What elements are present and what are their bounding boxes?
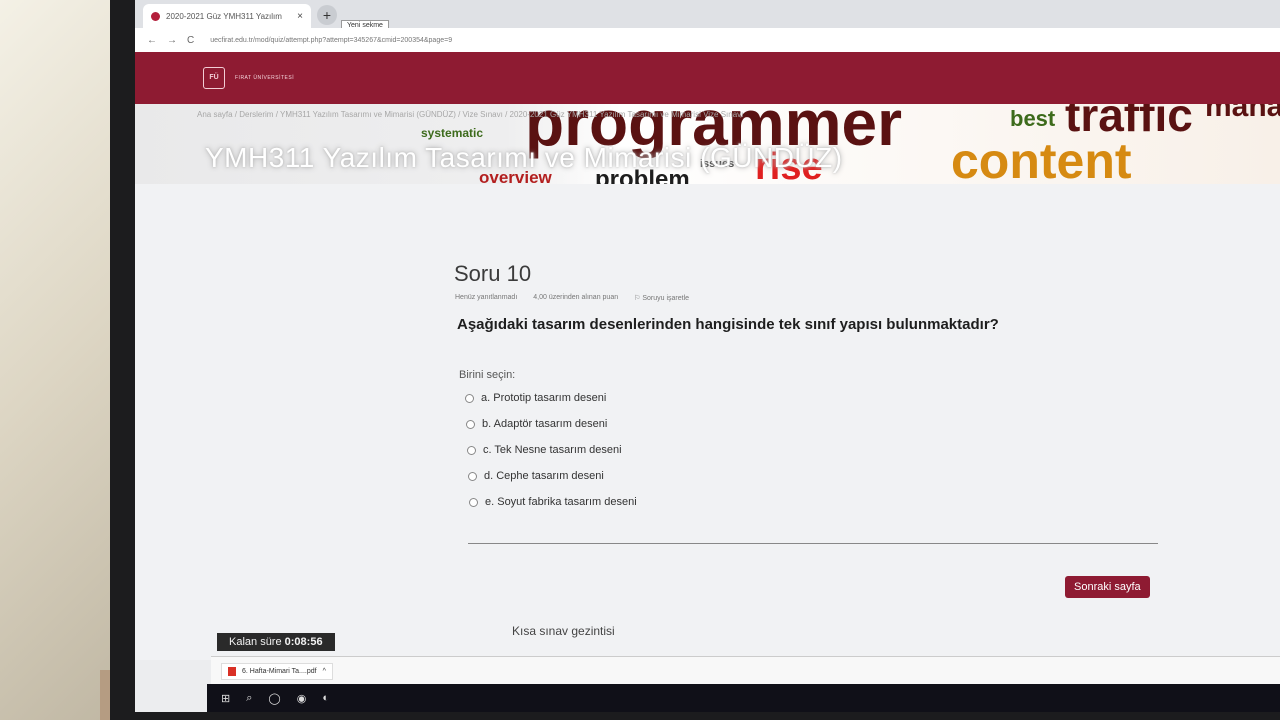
- task-view-icon[interactable]: ◯: [268, 692, 280, 705]
- pdf-icon: [228, 667, 236, 676]
- close-tab-icon[interactable]: ×: [297, 11, 303, 22]
- quiz-page: Soru 10 Henüz yanıtlanmadı 4,00 üzerinde…: [135, 184, 1280, 660]
- chevron-up-icon[interactable]: ^: [323, 668, 326, 675]
- question-info: Henüz yanıtlanmadı 4,00 üzerinden alınan…: [455, 294, 689, 302]
- radio-button[interactable]: [465, 393, 474, 403]
- answer-option-label: c. Tek Nesne tasarım deseni: [483, 444, 622, 456]
- new-tab-button[interactable]: +: [317, 5, 337, 25]
- radio-button[interactable]: [467, 445, 476, 455]
- download-item[interactable]: 6. Hafta-Mimari Ta....pdf ^: [221, 663, 333, 680]
- downloads-bar: 6. Hafta-Mimari Ta....pdf ^: [211, 656, 1280, 685]
- answer-status: Henüz yanıtlanmadı: [455, 294, 518, 301]
- download-filename: 6. Hafta-Mimari Ta....pdf: [242, 668, 317, 675]
- divider: [468, 543, 1158, 544]
- flag-question-link[interactable]: ⚐ Soruyu işaretle: [634, 294, 689, 302]
- start-icon[interactable]: ⊞: [221, 692, 230, 705]
- answer-prompt: Birini seçin:: [459, 369, 516, 381]
- back-icon[interactable]: ←: [147, 35, 157, 46]
- time-remaining: Kalan süre 0:08:56: [217, 633, 335, 651]
- favicon-icon: [151, 11, 160, 21]
- course-title: YMH311 Yazılım Tasarımı ve Mimarisi (GÜN…: [205, 142, 843, 173]
- chrome-icon[interactable]: ◉: [297, 692, 307, 705]
- forward-icon[interactable]: →: [167, 35, 177, 46]
- next-page-button[interactable]: Sonraki sayfa: [1065, 576, 1150, 598]
- browser-toolbar: ← → C uecfirat.edu.tr/mod/quiz/attempt.p…: [135, 28, 1280, 52]
- laptop-screen: 2020-2021 Güz YMH311 Yazılım × + Yeni se…: [135, 0, 1280, 712]
- question-number: Soru 10: [454, 261, 532, 286]
- radio-button[interactable]: [466, 419, 475, 429]
- radio-button[interactable]: [469, 497, 478, 507]
- wordcloud-word: managem: [1205, 104, 1280, 123]
- question-text: Aşağıdaki tasarım desenlerinden hangisin…: [457, 316, 999, 333]
- answer-option[interactable]: d. Cephe tasarım deseni: [468, 470, 604, 482]
- flag-label: Soruyu işaretle: [642, 295, 690, 302]
- wordcloud-word: best: [1010, 106, 1056, 131]
- breadcrumb[interactable]: Ana sayfa / Derslerim / YMH311 Yazılım T…: [197, 110, 743, 119]
- browser-tab-bar: 2020-2021 Güz YMH311 Yazılım × + Yeni se…: [135, 0, 1280, 31]
- address-bar[interactable]: uecfirat.edu.tr/mod/quiz/attempt.php?att…: [210, 37, 452, 44]
- answer-option-label: a. Prototip tasarım deseni: [481, 392, 607, 404]
- radio-button[interactable]: [468, 471, 477, 481]
- tab-title: 2020-2021 Güz YMH311 Yazılım: [166, 11, 282, 21]
- timer-value: 0:08:56: [284, 636, 323, 648]
- answer-option[interactable]: b. Adaptör tasarım deseni: [466, 418, 607, 430]
- answer-option[interactable]: e. Soyut fabrika tasarım deseni: [469, 496, 637, 508]
- quiz-navigation-link[interactable]: Kısa sınav gezintisi: [512, 624, 615, 638]
- wordcloud-word: content: [951, 133, 1132, 184]
- question-points: 4,00 üzerinden alınan puan: [533, 294, 619, 301]
- timer-label: Kalan süre: [229, 636, 285, 648]
- answer-option-label: d. Cephe tasarım deseni: [484, 470, 604, 482]
- answer-option-label: e. Soyut fabrika tasarım deseni: [485, 496, 637, 508]
- browser-tab[interactable]: 2020-2021 Güz YMH311 Yazılım ×: [143, 4, 311, 28]
- search-icon[interactable]: ⌕: [246, 692, 252, 705]
- university-name: FIRAT ÜNİVERSİTESİ: [235, 74, 295, 81]
- answer-option[interactable]: c. Tek Nesne tasarım deseni: [467, 444, 622, 456]
- course-banner: programmer traffic managem best content …: [135, 104, 1280, 184]
- university-logo-icon[interactable]: FÜ: [203, 67, 225, 89]
- wordcloud-word: systematic: [421, 126, 484, 140]
- answer-option[interactable]: a. Prototip tasarım deseni: [465, 392, 606, 404]
- windows-taskbar: ⊞ ⌕ ◯ ◉ ◐: [207, 684, 1280, 712]
- reload-icon[interactable]: C: [187, 35, 194, 46]
- edge-icon[interactable]: ◐: [322, 692, 329, 704]
- site-header: FÜ FIRAT ÜNİVERSİTESİ: [135, 52, 1280, 104]
- answer-option-label: b. Adaptör tasarım deseni: [482, 418, 608, 430]
